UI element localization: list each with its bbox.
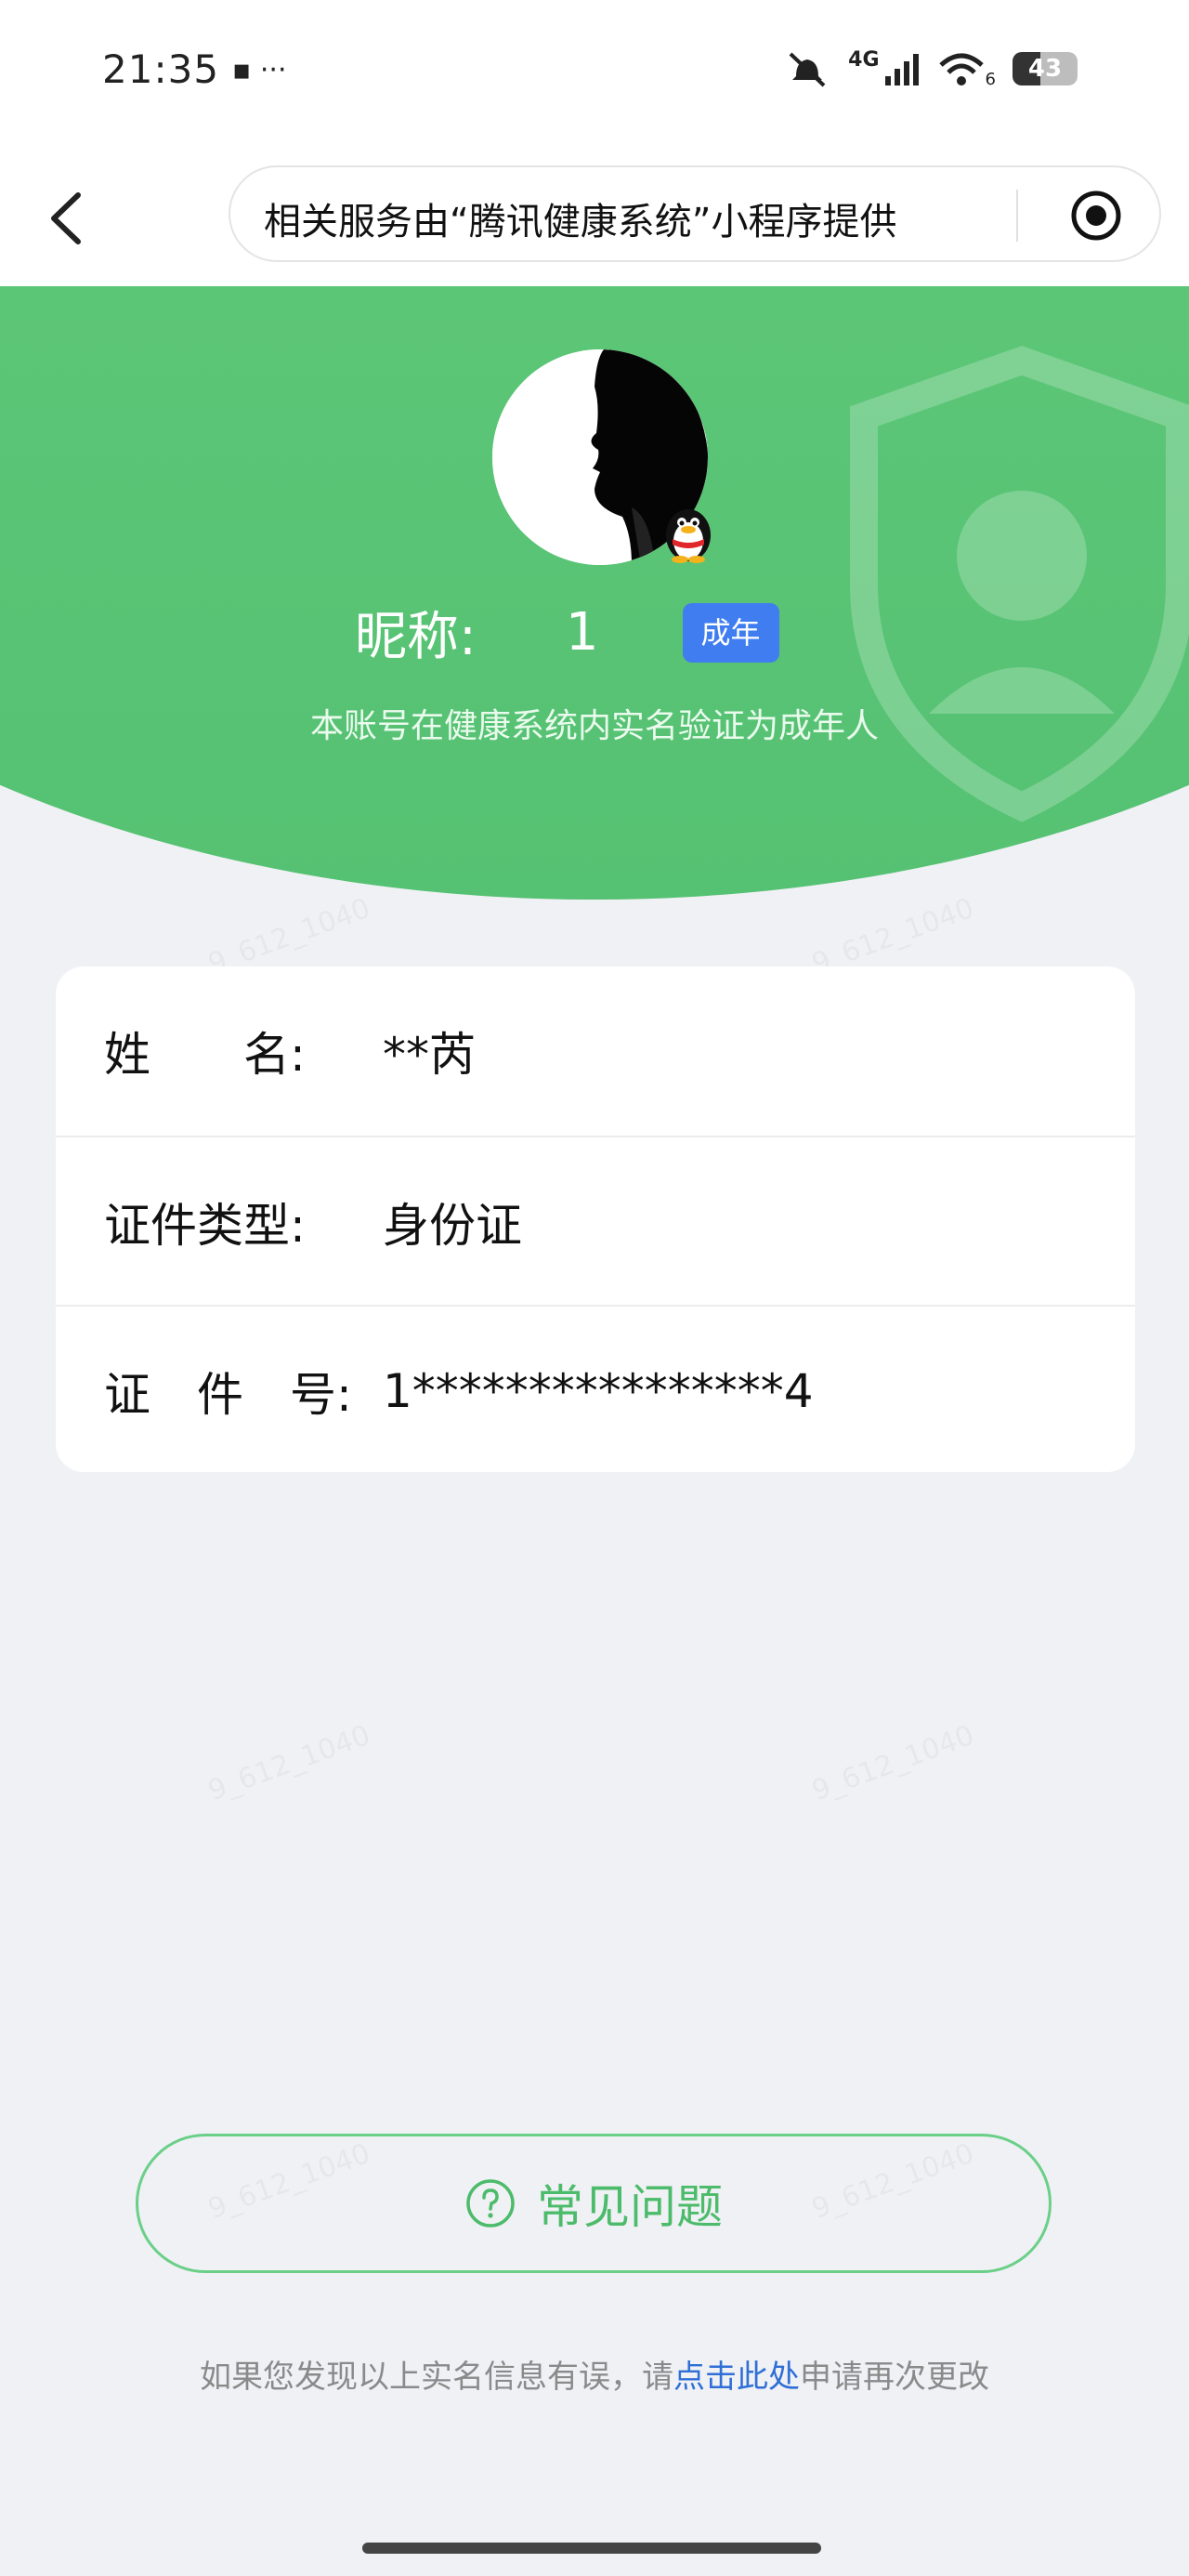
nickname-label: 昵称: <box>355 607 477 667</box>
name-label: 姓 名: <box>104 1028 306 1082</box>
qq-penguin-icon <box>666 509 711 563</box>
correction-notice: 如果您发现以上实名信息有误，请点击此处申请再次更改 <box>0 2351 1189 2397</box>
info-row-id-type: 证件类型: 身份证 <box>56 1136 1135 1307</box>
close-target-icon[interactable] <box>1070 190 1122 242</box>
battery-level: 43 <box>1027 55 1063 83</box>
watermark: 9_612_1040 <box>204 1719 375 1807</box>
wifi-sub: 6 <box>985 70 996 89</box>
identity-info-card: 姓 名: **芮 证件类型: 身份证 证 件 号: 1*************… <box>56 966 1135 1472</box>
id-type-label: 证件类型: <box>104 1199 306 1253</box>
mute-bell-icon <box>789 52 826 87</box>
watermark: 9_612_1040 <box>808 1719 979 1807</box>
status-time: 21:35 <box>102 46 220 92</box>
home-indicator[interactable] <box>362 2543 821 2554</box>
status-notification-icons: ▪ ··· <box>232 54 287 86</box>
miniprogram-capsule[interactable]: 相关服务由“腾讯健康系统”小程序提供 <box>229 165 1161 262</box>
nickname-row: 昵称: 1 成年 <box>355 595 779 670</box>
shield-decoration-icon <box>850 346 1189 822</box>
avatar[interactable] <box>492 349 712 569</box>
click-here-link[interactable]: 点击此处 <box>673 2359 800 2396</box>
faq-button-label: 常见问题 <box>537 2180 723 2234</box>
capsule-service-text: 相关服务由“腾讯健康系统”小程序提供 <box>264 201 897 243</box>
name-value: **芮 <box>383 1028 476 1082</box>
id-number-label: 证 件 号: <box>104 1368 352 1422</box>
back-arrow-icon[interactable] <box>41 186 97 251</box>
network-type: 4G <box>848 48 880 72</box>
verification-text: 本账号在健康系统内实名验证为成年人 <box>309 707 879 745</box>
nickname-value: 1 <box>565 602 599 663</box>
question-circle-icon <box>466 2179 515 2228</box>
status-right-icons: 4G 6 43 <box>783 48 1078 89</box>
notice-prefix: 如果您发现以上实名信息有误，请 <box>200 2359 673 2396</box>
faq-button[interactable]: 常见问题 <box>136 2134 1052 2273</box>
status-bar: 21:35 ▪ ··· 4G 6 43 <box>0 0 1189 149</box>
capsule-divider <box>1016 190 1018 242</box>
info-row-name: 姓 名: **芮 <box>56 966 1135 1136</box>
info-row-id-number: 证 件 号: 1****************4 <box>56 1305 1135 1476</box>
wifi-icon <box>938 53 984 85</box>
battery-icon: 43 <box>1013 52 1078 85</box>
signal-icon <box>884 54 919 85</box>
adult-badge: 成年 <box>682 602 779 663</box>
id-number-value: 1****************4 <box>383 1364 814 1418</box>
notice-suffix: 申请再次更改 <box>800 2359 989 2396</box>
nav-bar: 相关服务由“腾讯健康系统”小程序提供 <box>0 149 1189 286</box>
id-type-value: 身份证 <box>383 1199 522 1253</box>
